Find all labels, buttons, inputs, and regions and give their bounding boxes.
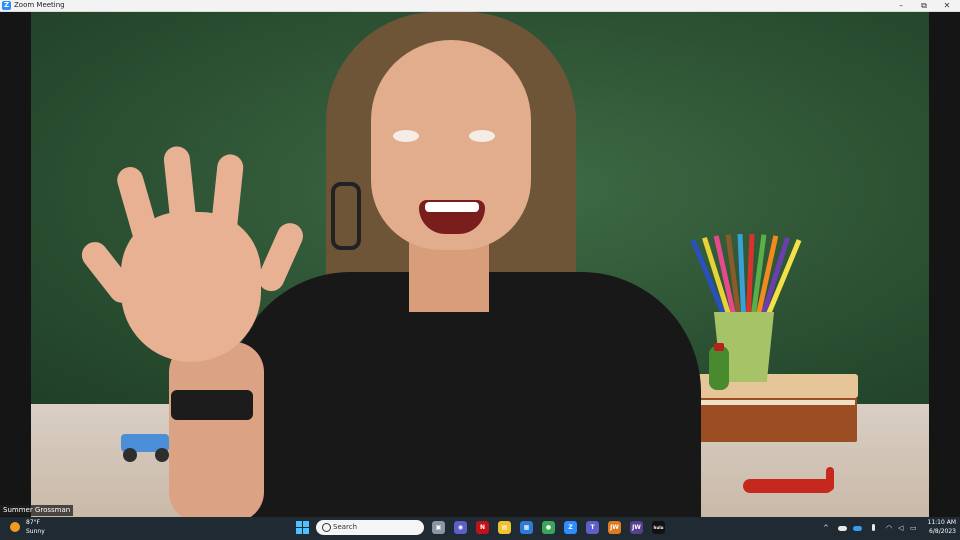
weather-temperature[interactable]: 87°F — [26, 519, 40, 527]
file-explorer-icon[interactable]: ▤ — [498, 521, 511, 534]
restore-button[interactable]: ⧉ — [913, 0, 935, 11]
wifi-icon[interactable]: ◠ — [886, 524, 892, 532]
participant-figure — [31, 12, 929, 517]
participant-eye — [393, 130, 419, 142]
sun-icon[interactable] — [10, 522, 20, 532]
teams-icon[interactable]: T — [586, 521, 599, 534]
virtual-background — [31, 12, 929, 517]
calendar-icon[interactable]: ▦ — [520, 521, 533, 534]
cloud-icon[interactable] — [838, 526, 847, 531]
chat-icon[interactable]: ◉ — [454, 521, 467, 534]
clock-date[interactable]: 6/8/2023 — [922, 528, 956, 536]
fitness-band — [171, 390, 253, 420]
clock-time[interactable]: 11:10 AM — [922, 519, 956, 527]
participant-arm — [169, 342, 264, 517]
minimize-button[interactable]: – — [890, 0, 912, 11]
chrome-icon[interactable]: ● — [542, 521, 555, 534]
headset-icon — [331, 182, 361, 250]
close-button[interactable]: ✕ — [936, 0, 958, 11]
participant-neck — [409, 242, 489, 312]
weather-condition[interactable]: Sunny — [26, 528, 45, 536]
windows-start-icon[interactable] — [296, 521, 310, 535]
onedrive-icon[interactable] — [853, 526, 862, 531]
netflix-icon[interactable]: N — [476, 521, 489, 534]
window-title: Zoom Meeting — [14, 1, 65, 9]
jw-orange-icon[interactable]: JW — [608, 521, 621, 534]
battery-icon[interactable]: ▭ — [910, 524, 917, 532]
zoom-icon[interactable]: Z — [564, 521, 577, 534]
participant-name-label: Summer Grossman — [0, 505, 74, 516]
jw-purple-icon[interactable]: JW — [630, 521, 643, 534]
zoom-logo-icon: Z — [2, 1, 11, 10]
microphone-icon[interactable] — [872, 524, 875, 531]
hulu-icon[interactable]: hulu — [652, 521, 665, 534]
search-icon — [322, 523, 331, 532]
participant-teeth — [425, 202, 479, 212]
hand-finger — [114, 163, 165, 260]
participant-eye — [469, 130, 495, 142]
window-title-bar: Z Zoom Meeting – ⧉ ✕ — [0, 0, 960, 12]
chevron-up-icon[interactable]: ^ — [823, 524, 829, 532]
task-view-icon[interactable]: ▣ — [432, 521, 445, 534]
volume-icon[interactable]: ◁ — [898, 524, 903, 532]
video-feed[interactable] — [0, 12, 960, 517]
search-placeholder: Search — [333, 523, 358, 531]
